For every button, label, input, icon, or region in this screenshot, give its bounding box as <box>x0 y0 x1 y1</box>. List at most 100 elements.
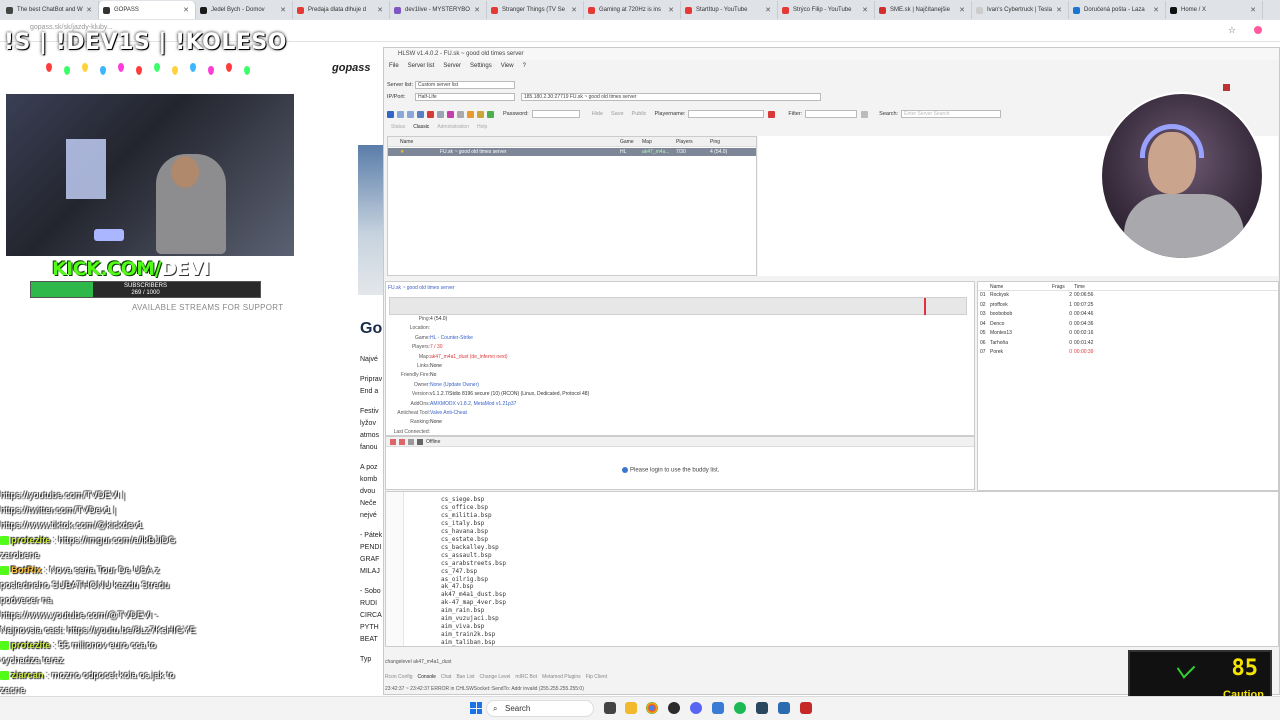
player-row[interactable]: 02 proffcek 1 00:07:25 <box>978 301 1278 311</box>
ip-port-input[interactable]: 185.180.2.30:27719 FU.sk ~ good old time… <box>521 93 821 101</box>
browser-tab[interactable]: dev1live - MYSTERYBO ✕ <box>390 1 487 19</box>
column-frags[interactable]: Frags <box>1052 284 1065 290</box>
tab-close-icon[interactable]: ✕ <box>862 6 868 14</box>
tab-close-icon[interactable]: ✕ <box>571 6 577 14</box>
column-ping[interactable]: Ping <box>710 139 720 145</box>
spotify-icon[interactable] <box>734 702 746 714</box>
console-command-input[interactable]: changelevel ak47_m4a1_dust <box>385 659 965 667</box>
filter-select[interactable] <box>805 110 858 118</box>
tab-close-icon[interactable]: ✕ <box>86 6 92 14</box>
player-row[interactable]: 01 Rockysk 2 00:06:56 <box>978 291 1278 301</box>
browser-tab[interactable]: Home / X ✕ <box>1166 1 1263 19</box>
view-tab[interactable]: Administration <box>435 124 471 130</box>
github-icon[interactable] <box>668 702 680 714</box>
tab-close-icon[interactable]: ✕ <box>1056 6 1062 14</box>
buddy-status-select[interactable]: Offline <box>426 439 440 445</box>
view-tab[interactable]: Help <box>475 124 489 130</box>
tab-close-icon[interactable]: ✕ <box>280 6 286 14</box>
taskbar-search[interactable]: ⌕ Search <box>486 700 594 717</box>
tab-close-icon[interactable]: ✕ <box>474 6 480 14</box>
player-row[interactable]: 07 Porek 0 00:00:39 <box>978 348 1278 358</box>
tab-close-icon[interactable]: ✕ <box>765 6 771 14</box>
add-server-icon[interactable] <box>417 110 424 118</box>
public-checkbox[interactable]: Public <box>632 111 647 117</box>
settings-icon[interactable] <box>457 110 464 118</box>
view-tab[interactable]: Status <box>389 124 407 130</box>
rcon-tab[interactable]: Change Level <box>480 674 511 680</box>
tools-icon[interactable] <box>467 110 474 118</box>
browser-tab[interactable]: Ivan's Cybertruck | Tesla ✕ <box>972 1 1069 19</box>
recorder-icon[interactable] <box>800 702 812 714</box>
game-type-select[interactable]: Half-Life <box>415 93 515 101</box>
menu-item[interactable]: Settings <box>470 63 492 69</box>
notes-icon[interactable] <box>712 702 724 714</box>
info-icon[interactable] <box>407 110 414 118</box>
menu-item[interactable]: File <box>389 63 399 69</box>
rcon-console-output[interactable]: cs_siege.bsp cs_office.bsp cs_militia.bsp c… <box>385 491 1279 647</box>
rcon-tab[interactable]: Rcon Config <box>385 674 413 680</box>
hlsw-title-bar[interactable]: HLSW v1.4.0.2 - FU.sk ~ good old times s… <box>384 48 1279 60</box>
tab-close-icon[interactable]: ✕ <box>183 6 189 14</box>
rcon-tab[interactable]: Console <box>418 674 436 680</box>
buddy-user-icon[interactable] <box>390 439 396 445</box>
chrome-icon[interactable] <box>646 702 658 714</box>
tab-close-icon[interactable]: ✕ <box>1250 6 1256 14</box>
file-explorer-icon[interactable] <box>625 702 637 714</box>
save-checkbox[interactable]: Save <box>611 111 624 117</box>
connect-icon[interactable] <box>387 110 394 118</box>
detail-field-value[interactable]: Valve Anti-Cheat <box>430 410 467 416</box>
detail-field-value[interactable]: AMXMODX v1.8.2, MetaMod v1.21p37 <box>430 401 516 407</box>
delete-icon[interactable] <box>427 110 434 118</box>
menu-item[interactable]: View <box>501 63 514 69</box>
filter-options-icon[interactable] <box>861 110 869 118</box>
password-input[interactable] <box>531 110 580 118</box>
search-input[interactable]: Enter Server Search <box>901 110 1002 118</box>
browser-tab[interactable]: Doručená pošta - Laza ✕ <box>1069 1 1166 19</box>
buddy-status-icon[interactable] <box>417 439 423 445</box>
favorite-icon[interactable] <box>447 110 454 118</box>
column-players[interactable]: Players <box>676 139 693 145</box>
tab-close-icon[interactable]: ✕ <box>959 6 965 14</box>
windows-start-icon[interactable] <box>470 702 482 714</box>
buddy-add-icon[interactable] <box>399 439 405 445</box>
clear-playername-icon[interactable] <box>768 110 776 118</box>
close-panel-icon[interactable] <box>1223 84 1230 91</box>
browser-tab[interactable]: Jedel Bych - Domov ✕ <box>196 1 293 19</box>
player-row[interactable]: 06 Tarhoňa 0 00:01:42 <box>978 339 1278 349</box>
menu-item[interactable]: Server <box>443 63 461 69</box>
browser-tab[interactable]: Gaming at 720Hz is ins ✕ <box>584 1 681 19</box>
column-game[interactable]: Game <box>620 139 634 145</box>
browser-tab[interactable]: The best ChatBot and W ✕ <box>2 1 99 19</box>
rcon-tab[interactable]: Chat <box>441 674 452 680</box>
column-map[interactable]: Map <box>642 139 652 145</box>
steam-icon[interactable] <box>756 702 768 714</box>
browser-tab[interactable]: Strýco Filip - YouTube ✕ <box>778 1 875 19</box>
playername-input[interactable] <box>688 110 765 118</box>
refresh-icon[interactable] <box>397 110 404 118</box>
export-icon[interactable] <box>487 110 494 118</box>
task-view-icon[interactable] <box>604 702 616 714</box>
view-tab[interactable]: Classic <box>411 124 431 130</box>
browser-tab[interactable]: Stranger Things (TV Se ✕ <box>487 1 584 19</box>
hlsw-taskbar-icon[interactable] <box>778 702 790 714</box>
menu-item[interactable]: Server list <box>408 63 435 69</box>
table-row[interactable]: ★ FU.sk ~ good old times server HL ak47_… <box>388 148 756 156</box>
detail-field-value[interactable]: None (Update Owner) <box>430 382 479 388</box>
browser-tab[interactable]: Predaja dlata dlhuje d ✕ <box>293 1 390 19</box>
server-list-select[interactable]: Custom server list <box>415 81 515 89</box>
rcon-tab[interactable]: mIRC Bot <box>515 674 537 680</box>
browser-tab[interactable]: SME.sk | Najčítanejšie ✕ <box>875 1 972 19</box>
menu-item[interactable]: ? <box>523 63 526 69</box>
lock-icon[interactable] <box>477 110 484 118</box>
hide-checkbox[interactable]: Hide <box>592 111 603 117</box>
rcon-tab[interactable]: Ban List <box>456 674 474 680</box>
copy-icon[interactable] <box>437 110 444 118</box>
discord-icon[interactable] <box>690 702 702 714</box>
gopass-logo[interactable]: gopass <box>332 62 371 74</box>
rcon-tab[interactable]: Metamod Plugins <box>542 674 581 680</box>
player-row[interactable]: 04 Denco 0 00:04:36 <box>978 320 1278 330</box>
player-row[interactable]: 05 Montes13 0 00:02:16 <box>978 329 1278 339</box>
tab-close-icon[interactable]: ✕ <box>668 6 674 14</box>
detail-field-value[interactable]: HL - Counter-Strike <box>430 335 473 341</box>
column-time[interactable]: Time <box>1074 284 1085 290</box>
